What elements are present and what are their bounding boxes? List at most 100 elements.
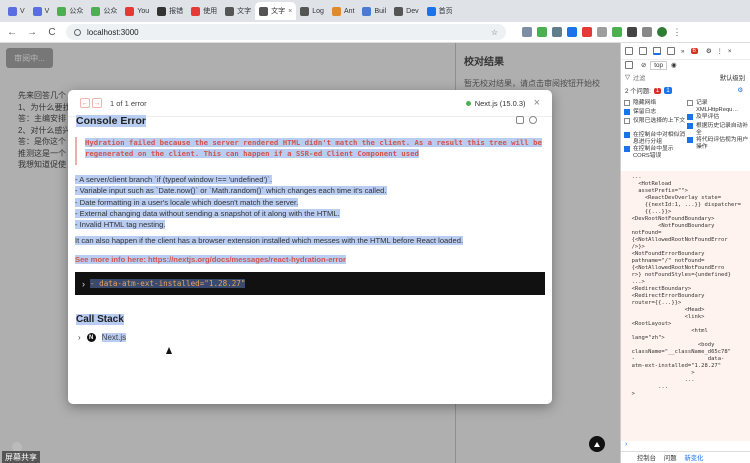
console-setting-checkbox[interactable]: 在控制台中显示 CORS错误 [624,146,686,160]
dom-line: <body [625,342,715,348]
more-info-link[interactable]: See more info here: https://nextjs.org/d… [75,255,346,264]
dom-line: ...> [625,279,645,285]
dom-line: <link> [625,314,705,320]
error-count-badge[interactable]: 6 [690,48,698,54]
drawer-tab[interactable]: 问题 [664,453,677,462]
browser-tab[interactable]: 首页 [423,2,457,20]
console-setting-checkbox[interactable]: 隐藏网络 [624,100,686,107]
close-icon[interactable]: × [534,97,540,109]
extension-icon[interactable] [642,27,652,37]
browser-tab[interactable]: You [121,2,153,20]
console-setting-checkbox[interactable]: 将代码评估视为用户操作 [687,137,749,151]
extension-icons: ⋮ [522,27,682,37]
browser-tab[interactable]: 文字 × [255,2,297,20]
context-select[interactable]: top [650,60,668,70]
elements-tab-icon[interactable] [653,47,661,55]
clear-console-icon[interactable]: ⊘ [641,62,646,69]
site-info-icon[interactable] [74,28,81,36]
browser-tab[interactable]: Buil [358,2,390,20]
dialog-header: ← → 1 of 1 error Next.js (15.0.3) × [68,90,552,116]
reload-button[interactable]: C [46,27,58,38]
bookmark-star-icon[interactable]: ☆ [491,28,498,37]
extension-icon[interactable] [537,27,547,37]
dom-line: <RedirectErrorBoundary [625,293,705,299]
browser-tab[interactable]: 使用 [187,2,221,20]
device-toolbar-icon[interactable] [639,47,647,55]
console-tab-icon[interactable] [667,47,675,55]
drawer-tab[interactable]: 控制台 [637,453,656,462]
browser-tab[interactable]: 报错 [153,2,187,20]
console-setting-checkbox[interactable]: 保留日志 [624,109,686,116]
forward-button[interactable]: → [26,27,38,38]
profile-avatar[interactable] [657,27,667,37]
dom-line: > [625,391,635,397]
floating-action-button[interactable] [589,436,605,452]
tab-label: V [20,7,25,15]
menu-icon[interactable]: ⋮ [672,27,682,37]
eye-icon[interactable]: ◉ [671,62,677,69]
prev-error-button[interactable]: ← [80,98,90,108]
checkbox-icon[interactable] [624,146,630,152]
sidebar-toggle-icon[interactable] [625,61,633,69]
checkbox-icon[interactable] [687,123,693,129]
extension-icon[interactable] [522,27,532,37]
browser-tab[interactable]: V [4,2,29,20]
tab-close-icon[interactable]: × [288,8,292,15]
extension-icon[interactable] [627,27,637,37]
console-setting-checkbox[interactable]: 及早评估 [687,114,749,121]
browser-tab[interactable]: Dev [390,2,422,20]
expand-chevron-icon[interactable]: › [82,279,85,289]
issues-red-badge[interactable]: 1 [653,87,662,94]
dom-line: lang="zh"> [625,335,665,341]
inspect-icon[interactable] [625,47,633,55]
console-prompt-icon[interactable]: › [625,441,627,448]
extension-icon[interactable] [567,27,577,37]
checkbox-icon[interactable] [624,109,630,115]
settings-gear-icon[interactable]: ⚙ [737,87,743,94]
filter-input[interactable]: 过滤 [633,73,646,82]
frame-chevron-icon[interactable]: › [78,333,81,342]
browser-tab[interactable]: Log [296,2,328,20]
tab-favicon-icon [426,6,436,16]
address-bar[interactable]: localhost:3000 ☆ [66,24,506,40]
checkbox-icon[interactable] [687,137,693,143]
checkbox-icon[interactable] [687,114,693,120]
checkbox-icon[interactable] [624,118,630,124]
open-in-editor-icon[interactable] [529,116,537,124]
extension-icon[interactable] [612,27,622,37]
browser-tab[interactable]: V [29,2,54,20]
browser-tab[interactable]: 文字 [221,2,255,20]
checkbox-icon[interactable] [687,100,693,106]
kebab-menu-icon[interactable]: ⋮ [717,48,723,55]
console-setting-checkbox[interactable]: 记录 XMLHttpRequ… [687,100,749,114]
tab-favicon-icon [157,6,167,16]
hydration-line-2: regenerated on the client. This can happ… [85,149,419,158]
browser-tab[interactable]: 公众 [53,2,87,20]
frame-label: Next.js [101,333,127,342]
more-tabs-button[interactable]: » [681,48,685,55]
console-setting-checkbox[interactable]: 根据历史记录自动补全 [687,123,749,137]
dom-line: atm-ext-installed="1.28.27" [625,363,722,369]
extension-icon[interactable] [597,27,607,37]
page-viewport: 审阅中... 先来回答几个 1、为什么要找 答：主编安排 2、对什么感兴 答：是你这个推… [0,43,620,463]
tab-label: Ant [343,7,355,15]
console-setting-checkbox[interactable]: 仅限已选择的上下文 [624,118,686,125]
copy-icon[interactable] [516,116,524,124]
checkbox-icon[interactable] [624,132,630,138]
console-setting-checkbox[interactable]: 在控制台中对相似消息进行分组 [624,132,686,146]
next-version-badge[interactable]: Next.js (15.0.3) [465,99,526,108]
issues-blue-badge[interactable]: 1 [664,87,672,94]
log-level-select[interactable]: 默认级别 [720,73,745,82]
back-button[interactable]: ← [6,27,18,38]
close-devtools-icon[interactable]: × [728,48,732,55]
next-error-button[interactable]: → [92,98,102,108]
call-stack-frame[interactable]: › N Next.js [78,333,127,342]
drawer-tab[interactable]: 新变化 [684,453,703,462]
browser-tab[interactable]: Ant [328,2,359,20]
diff-code-block[interactable]: › - data-atm-ext-installed="1.28.27" [75,272,545,295]
gear-icon[interactable]: ⚙ [706,48,712,55]
extension-icon[interactable] [552,27,562,37]
browser-tab[interactable]: 公众 [87,2,121,20]
checkbox-icon[interactable] [624,100,630,106]
extension-icon[interactable] [582,27,592,37]
